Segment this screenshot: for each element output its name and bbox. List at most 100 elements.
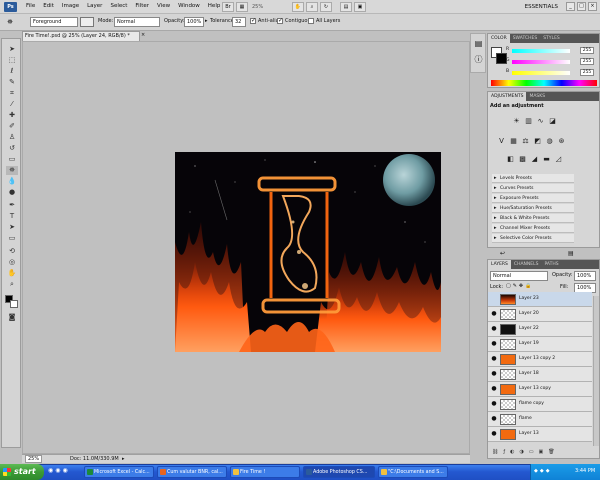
blue-value[interactable]: 255 [580,69,594,76]
history-panel-icon[interactable]: ▤ [473,38,484,49]
tab-swatches[interactable]: SWATCHES [510,34,541,43]
layer-row[interactable]: ● Layer 22 [488,322,592,337]
healing-brush-icon[interactable]: ✚ [6,111,18,120]
taskbar-item-folder[interactable]: Fire Time ! [230,466,300,478]
3d-orbit-icon[interactable]: ◎ [6,258,18,267]
zoom-tool-icon[interactable]: ⌕ [6,280,18,289]
layer-row[interactable]: ● Layer 13 copy [488,382,592,397]
photo-filter-icon[interactable]: ◍ [545,137,554,145]
tab-color[interactable]: COLOR [488,34,510,43]
hand-tool-icon[interactable]: ✋ [292,2,304,12]
marquee-tool-icon[interactable]: ⬚ [6,56,18,65]
eye-icon[interactable]: ● [490,370,498,378]
background-color-swatch[interactable] [10,300,18,308]
menu-view[interactable]: View [153,3,174,9]
maximize-icon[interactable]: □ [577,2,586,11]
levels-icon[interactable]: ▥ [524,117,533,125]
rotate-view-icon[interactable]: ↻ [320,2,332,12]
lasso-tool-icon[interactable]: ℓ [6,67,18,76]
opacity-arrow-icon[interactable]: ▸ [205,18,208,24]
tab-styles[interactable]: STYLES [540,34,563,43]
document-tab[interactable]: Fire Time!.psd @ 25% (Layer 24, RGB/8) * [22,31,140,41]
preset-black-white[interactable]: Black & White Presets [492,214,574,223]
tray-icons[interactable]: ◆◆◆ [534,468,552,474]
blue-slider-track[interactable] [512,71,570,75]
tab-channels[interactable]: CHANNELS [511,260,542,269]
close-icon[interactable]: × [588,2,597,11]
brush-tool-icon[interactable]: ✐ [6,122,18,131]
exposure-icon[interactable]: ◪ [548,117,557,125]
tab-masks[interactable]: MASKS [526,92,548,101]
gradient-map-icon[interactable]: ▬ [542,155,551,163]
taskbar-item-explorer[interactable]: "C:\Documents and S... [378,466,448,478]
zoom-level[interactable]: 25% [252,3,274,12]
selective-color-icon[interactable]: ◿ [554,155,563,163]
screen-mode-icon[interactable]: ▣ [354,2,366,12]
vibrance-icon[interactable]: V [497,137,506,145]
layer-row[interactable]: ● flame [488,412,592,427]
bridge-button[interactable]: Br [222,2,234,12]
blur-tool-icon[interactable]: 💧 [6,177,18,186]
eyedropper-tool-icon[interactable]: ⁄ [6,100,18,109]
mode-select[interactable]: Normal [114,17,160,27]
zoom-tool-icon[interactable]: ⌕ [306,2,318,12]
eye-icon[interactable]: ● [490,430,498,438]
channel-mixer-icon[interactable]: ⊛ [557,137,566,145]
eye-icon[interactable]: ● [490,415,498,423]
layers-scrollbar[interactable] [593,296,599,446]
color-spectrum-ramp[interactable] [491,80,597,86]
color-balance-icon[interactable]: ⚖ [521,137,530,145]
layer-row[interactable]: ● Layer 13 copy 2 [488,352,592,367]
invert-icon[interactable]: ◧ [506,155,515,163]
preset-hue-saturation[interactable]: Hue/Saturation Presets [492,204,574,213]
workspace-switcher[interactable]: ESSENTIALS [510,2,558,12]
eye-icon[interactable]: ● [490,400,498,408]
hand-tool-icon[interactable]: ✋ [6,269,18,278]
pen-tool-icon[interactable]: ✒ [6,201,18,210]
type-tool-icon[interactable]: T [6,212,18,221]
tab-adjustments[interactable]: ADJUSTMENTS [488,92,527,101]
green-slider-track[interactable] [512,60,570,64]
close-tab-icon[interactable]: × [141,32,145,38]
arrange-documents-icon[interactable]: ▤ [340,2,352,12]
start-button[interactable]: start [0,464,44,480]
paint-bucket-icon[interactable]: ⛯ [6,166,18,175]
preset-levels[interactable]: Levels Presets [492,174,574,183]
curves-icon[interactable]: ∿ [536,117,545,125]
taskbar-item-browser[interactable]: Cum valutar BNR, cal... [157,466,227,478]
taskbar-item-excel[interactable]: Microsoft Excel - Calc... [84,466,154,478]
eye-icon[interactable]: ● [490,310,498,318]
green-value[interactable]: 255 [580,58,594,65]
preset-channel-mixer[interactable]: Channel Mixer Presets [492,224,574,233]
tab-paths[interactable]: PATHS [541,260,561,269]
antialias-checkbox[interactable]: ✓ [250,17,256,24]
menu-file[interactable]: File [22,3,39,9]
return-to-list-icon[interactable]: ↩ [500,250,505,257]
quick-selection-tool-icon[interactable]: ✎ [6,78,18,87]
menu-select[interactable]: Select [106,3,131,9]
move-tool-icon[interactable]: ➤ [6,45,18,54]
visibility-toggle[interactable] [490,295,498,303]
clone-stamp-icon[interactable]: ♙ [6,133,18,142]
preset-exposure[interactable]: Exposure Presets [492,194,574,203]
status-zoom[interactable]: 25% [25,455,43,463]
layer-opacity-input[interactable]: 100% [574,271,596,281]
eye-icon[interactable]: ● [490,355,498,363]
blend-mode-select[interactable]: Normal [490,271,548,281]
red-value[interactable]: 255 [580,47,594,54]
eye-icon[interactable]: ● [490,340,498,348]
menu-window[interactable]: Window [174,3,204,9]
history-brush-icon[interactable]: ↺ [6,144,18,153]
pattern-picker[interactable] [80,17,94,27]
eye-icon[interactable]: ● [490,325,498,333]
3d-rotate-icon[interactable]: ⟲ [6,247,18,256]
eraser-tool-icon[interactable]: ▭ [6,155,18,164]
posterize-icon[interactable]: ▩ [518,155,527,163]
preset-selective-color[interactable]: Selective Color Presets [492,234,574,243]
menu-edit[interactable]: Edit [39,3,58,9]
lock-options-icons[interactable]: ▢✎✥🔒 [506,283,533,289]
view-extras-button[interactable]: ▦ [236,2,248,12]
preset-curves[interactable]: Curves Presets [492,184,574,193]
black-white-icon[interactable]: ◩ [533,137,542,145]
opacity-input[interactable]: 100% [184,17,204,27]
